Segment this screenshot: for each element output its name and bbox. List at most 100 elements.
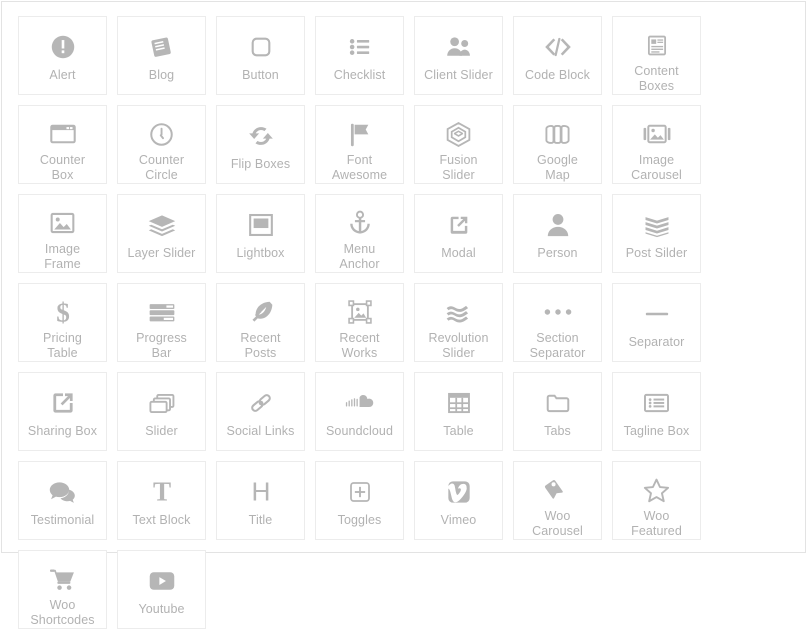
chevron-stack-icon <box>642 205 672 245</box>
element-label: Image Carousel <box>631 153 682 182</box>
progress-bars-icon <box>147 294 177 330</box>
svg-text:$: $ <box>56 297 70 327</box>
element-card-counter-box[interactable]: Counter Box <box>18 105 107 184</box>
element-label: Woo Featured <box>631 509 682 538</box>
element-label: Flip Boxes <box>230 157 291 171</box>
element-card-sharing-box[interactable]: Sharing Box <box>18 372 107 451</box>
element-card-vimeo[interactable]: Vimeo <box>414 461 503 540</box>
stacked-windows-icon <box>147 383 176 423</box>
window-icon <box>48 116 78 152</box>
user-icon <box>545 205 571 245</box>
element-card-person[interactable]: Person <box>513 194 602 273</box>
comments-icon <box>48 472 78 512</box>
element-label: Woo Shortcodes <box>30 598 95 627</box>
element-label: Content Boxes <box>634 64 679 93</box>
element-label: Image Frame <box>44 242 81 271</box>
external-link-icon <box>49 383 77 423</box>
element-card-slider[interactable]: Slider <box>117 372 206 451</box>
element-label: Youtube <box>138 602 185 616</box>
shopping-cart-icon <box>48 561 78 597</box>
text-t-icon: T <box>147 472 177 512</box>
list-ul-icon <box>345 27 375 67</box>
users-icon <box>444 27 474 67</box>
element-card-image-frame[interactable]: Image Frame <box>18 194 107 273</box>
element-card-woo-featured[interactable]: Woo Featured <box>612 461 701 540</box>
element-label: Lightbox <box>236 246 285 260</box>
element-card-layer-slider[interactable]: Layer Slider <box>117 194 206 273</box>
element-card-recent-works[interactable]: Recent Works <box>315 283 404 362</box>
anchor-icon <box>347 205 373 241</box>
element-label: Tagline Box <box>623 424 690 438</box>
element-label: Section Separator <box>529 331 586 360</box>
element-card-code-block[interactable]: Code Block <box>513 16 602 95</box>
element-label: Modal <box>441 246 476 260</box>
element-grid: Alert Blog Button Checklist Client Slider Cod… <box>18 16 790 629</box>
element-card-lightbox[interactable]: Lightbox <box>216 194 305 273</box>
element-card-soundcloud[interactable]: Soundcloud <box>315 372 404 451</box>
element-card-google-map[interactable]: Google Map <box>513 105 602 184</box>
star-outline-icon <box>642 472 671 508</box>
image-carousel-icon <box>642 116 672 152</box>
refresh-cycle-icon <box>246 116 276 156</box>
element-label: Soundcloud <box>325 424 394 438</box>
element-card-content-boxes[interactable]: Content Boxes <box>612 16 701 95</box>
element-label: Testimonial <box>30 513 95 527</box>
element-card-font-awesome[interactable]: Font Awesome <box>315 105 404 184</box>
element-label: Person <box>537 246 578 260</box>
element-card-table[interactable]: Table <box>414 372 503 451</box>
element-label: Social Links <box>226 424 295 438</box>
element-card-toggles[interactable]: Toggles <box>315 461 404 540</box>
picture-icon <box>48 205 77 241</box>
heading-h-icon: H <box>246 472 276 512</box>
element-card-text-block[interactable]: T Text Block <box>117 461 206 540</box>
element-card-progress-bar[interactable]: Progress Bar <box>117 283 206 362</box>
element-card-revolution-slider[interactable]: Revolution Slider <box>414 283 503 362</box>
element-card-recent-posts[interactable]: Recent Posts <box>216 283 305 362</box>
element-card-pricing-table[interactable]: $ Pricing Table <box>18 283 107 362</box>
element-card-post-silder[interactable]: Post Silder <box>612 194 701 273</box>
element-card-social-links[interactable]: Social Links <box>216 372 305 451</box>
element-label: Recent Works <box>339 331 380 360</box>
element-card-woo-carousel[interactable]: Woo Carousel <box>513 461 602 540</box>
element-card-image-carousel[interactable]: Image Carousel <box>612 105 701 184</box>
element-card-button[interactable]: Button <box>216 16 305 95</box>
element-label: Checklist <box>333 68 386 82</box>
element-card-tagline-box[interactable]: Tagline Box <box>612 372 701 451</box>
soundcloud-icon <box>345 383 375 423</box>
element-label: Client Slider <box>424 68 493 82</box>
tagline-list-icon <box>642 383 671 423</box>
element-card-separator[interactable]: Separator <box>612 283 701 362</box>
element-card-modal[interactable]: Modal <box>414 194 503 273</box>
element-card-blog[interactable]: Blog <box>117 16 206 95</box>
external-link-square-icon <box>445 205 473 245</box>
rounded-square-icon <box>247 27 275 67</box>
table-grid-icon <box>445 383 473 423</box>
element-card-alert[interactable]: Alert <box>18 16 107 95</box>
element-label: Woo Carousel <box>532 509 583 538</box>
element-label: Sharing Box <box>27 424 98 438</box>
content-box-icon <box>644 27 670 63</box>
element-label: Title <box>248 513 273 527</box>
alert-circle-icon <box>48 27 78 67</box>
element-label: Separator <box>628 335 685 349</box>
element-label: Counter Circle <box>138 153 185 182</box>
element-card-fusion-slider[interactable]: Fusion Slider <box>414 105 503 184</box>
folder-icon <box>544 383 572 423</box>
element-card-title[interactable]: H Title <box>216 461 305 540</box>
flag-icon <box>346 116 373 152</box>
element-card-section-separator[interactable]: Section Separator <box>513 283 602 362</box>
element-card-client-slider[interactable]: Client Slider <box>414 16 503 95</box>
element-card-counter-circle[interactable]: Counter Circle <box>117 105 206 184</box>
element-card-tabs[interactable]: Tabs <box>513 372 602 451</box>
lightbox-icon <box>247 205 275 245</box>
element-label: Fusion Slider <box>439 153 478 182</box>
element-label: Toggles <box>337 513 382 527</box>
hexagon-layers-icon <box>444 116 473 152</box>
element-card-menu-anchor[interactable]: Menu Anchor <box>315 194 404 273</box>
chain-link-icon <box>247 383 275 423</box>
element-label: Pricing Table <box>43 331 82 360</box>
element-card-checklist[interactable]: Checklist <box>315 16 404 95</box>
element-card-testimonial[interactable]: Testimonial <box>18 461 107 540</box>
element-card-flip-boxes[interactable]: Flip Boxes <box>216 105 305 184</box>
element-label: Tabs <box>544 424 571 438</box>
